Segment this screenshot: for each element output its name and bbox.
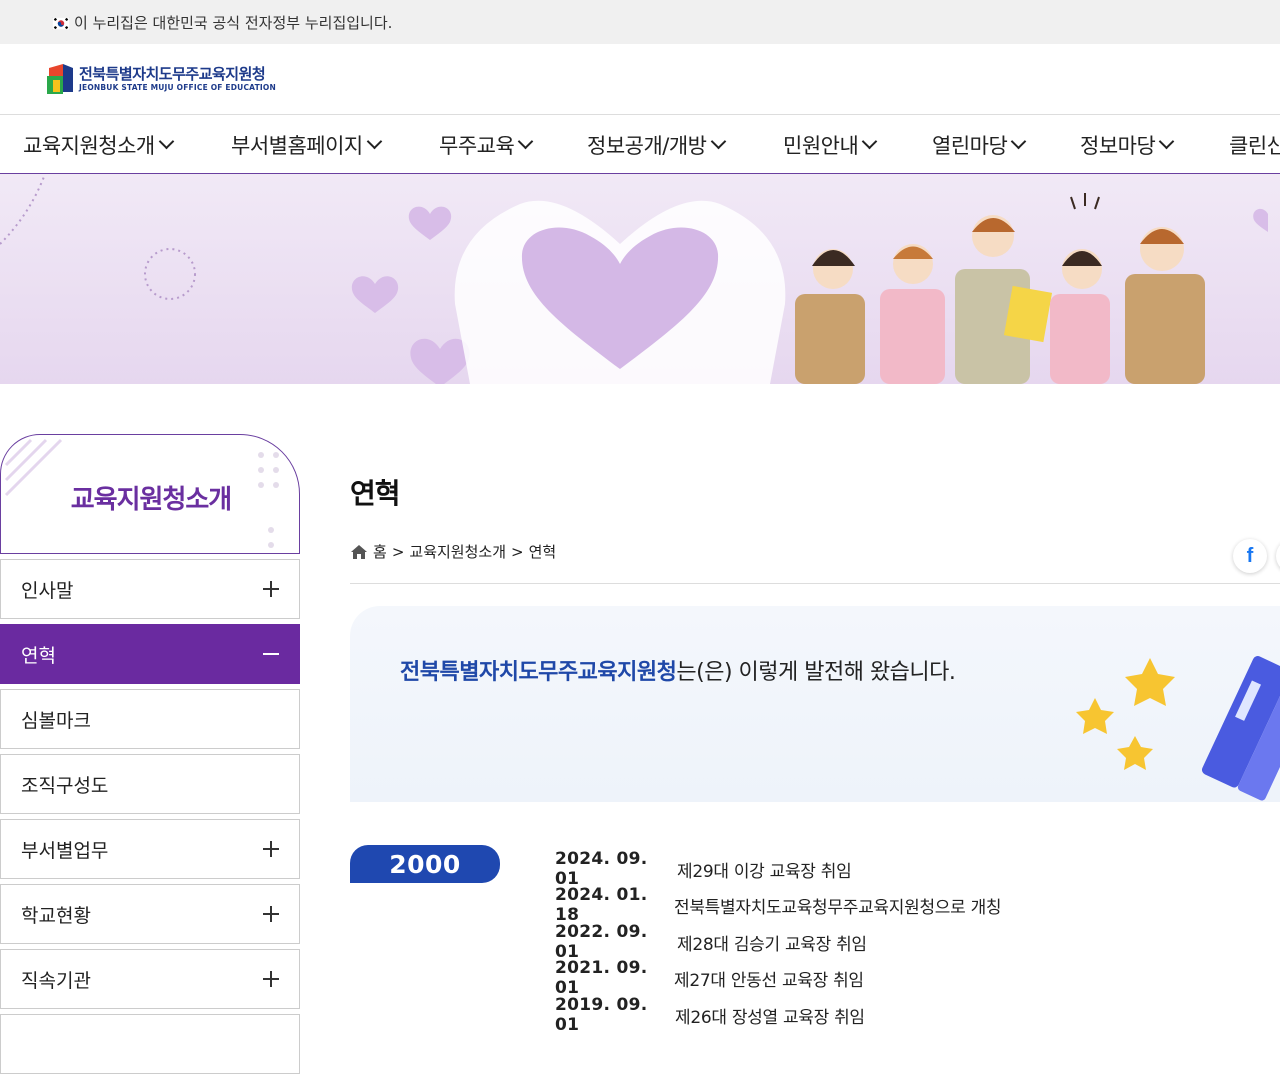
history-date: 2021. 09. 01 bbox=[555, 958, 648, 998]
share-button[interactable] bbox=[1276, 539, 1280, 573]
sidebar-item-label: 인사말 bbox=[21, 579, 74, 602]
breadcrumb-level1[interactable]: 교육지원청소개 bbox=[409, 541, 506, 562]
nav-label: 교육지원청소개 bbox=[23, 133, 155, 158]
plus-icon bbox=[263, 971, 279, 987]
chevron-down-icon bbox=[862, 133, 878, 150]
history-desc: 제27대 안동선 교육장 취임 bbox=[674, 970, 864, 991]
intro-rest: 는(은) 이렇게 발전해 왔습니다. bbox=[676, 660, 956, 685]
hero-illustration bbox=[0, 174, 1268, 384]
facebook-icon: f bbox=[1246, 544, 1254, 567]
sidebar-item-label: 심볼마크 bbox=[21, 709, 91, 732]
breadcrumb-separator: > bbox=[391, 542, 405, 561]
nav-label: 정보마당 bbox=[1080, 133, 1156, 158]
history-row: 2024. 09. 01 제29대 이강 교육장 취임 bbox=[555, 849, 852, 889]
chevron-down-icon bbox=[518, 133, 534, 150]
breadcrumb-separator: > bbox=[511, 542, 524, 561]
sidebar-item-label: 연혁 bbox=[21, 644, 56, 667]
hero-banner bbox=[0, 174, 1280, 384]
nav-item-info-square[interactable]: 정보마당 bbox=[1080, 115, 1175, 173]
history-date: 2022. 09. 01 bbox=[555, 922, 648, 962]
chevron-down-icon bbox=[158, 133, 175, 150]
logo-title: 전북특별자치도무주교육지원청 bbox=[79, 65, 266, 83]
history-row: 2024. 01. 18 전북특별자치도교육청무주교육지원청으로 개칭 bbox=[555, 885, 1002, 925]
nav-item-info-disclosure[interactable]: 정보공개/개방 bbox=[587, 115, 726, 173]
gov-banner-text: 이 누리집은 대한민국 공식 전자정부 누리집입니다. bbox=[74, 13, 393, 32]
plus-icon bbox=[263, 841, 279, 857]
chevron-down-icon bbox=[1159, 133, 1175, 150]
sidebar-item-department-duties[interactable]: 부서별업무 bbox=[0, 819, 300, 879]
site-header: 전북특별자치도무주교육지원청 JEONBUK STATE MUJU OFFICE… bbox=[0, 44, 1280, 114]
nav-label: 열린마당 bbox=[932, 133, 1008, 158]
nav-item-clean-report[interactable]: 클린신고 bbox=[1229, 115, 1280, 173]
plus-icon bbox=[263, 581, 279, 597]
chevron-down-icon bbox=[366, 133, 383, 150]
nav-label: 부서별홈페이지 bbox=[231, 133, 363, 158]
nav-item-civil-service[interactable]: 민원안내 bbox=[783, 115, 878, 173]
site-logo[interactable]: 전북특별자치도무주교육지원청 JEONBUK STATE MUJU OFFICE… bbox=[45, 62, 276, 96]
gov-banner: 이 누리집은 대한민국 공식 전자정부 누리집입니다. bbox=[0, 0, 1280, 44]
sidebar-item-label: 직속기관 bbox=[21, 969, 91, 992]
home-icon[interactable] bbox=[350, 544, 368, 560]
stars-books-illustration bbox=[1076, 656, 1280, 801]
breadcrumb-home[interactable]: 홈 bbox=[373, 541, 387, 562]
sidebar-item-schools[interactable]: 학교현황 bbox=[0, 884, 300, 944]
sidebar-item-label: 학교현황 bbox=[21, 904, 91, 927]
intro-text: 전북특별자치도무주교육지원청는(은) 이렇게 발전해 왔습니다. bbox=[400, 654, 956, 686]
year-badge: 2000 bbox=[350, 845, 500, 883]
intro-box: 전북특별자치도무주교육지원청는(은) 이렇게 발전해 왔습니다. bbox=[350, 606, 1280, 802]
korea-flag-icon bbox=[51, 16, 71, 30]
sidebar-item-next[interactable] bbox=[0, 1014, 300, 1074]
sidebar-item-symbol[interactable]: 심볼마크 bbox=[0, 689, 300, 749]
intro-org-name: 전북특별자치도무주교육지원청 bbox=[400, 660, 677, 685]
history-desc: 제29대 이강 교육장 취임 bbox=[677, 861, 852, 882]
nav-item-muju-education[interactable]: 무주교육 bbox=[439, 115, 534, 173]
history-row: 2019. 09. 01 제26대 장성열 교육장 취임 bbox=[555, 995, 865, 1035]
content-divider bbox=[350, 583, 1280, 584]
facebook-share-button[interactable]: f bbox=[1233, 539, 1267, 573]
page-title: 연혁 bbox=[350, 477, 401, 510]
nav-item-departments[interactable]: 부서별홈페이지 bbox=[231, 115, 383, 173]
sidebar-item-affiliated[interactable]: 직속기관 bbox=[0, 949, 300, 1009]
sidebar-item-label: 조직구성도 bbox=[21, 774, 109, 797]
minus-icon bbox=[263, 646, 279, 662]
chevron-down-icon bbox=[1011, 133, 1027, 150]
sidebar-item-history[interactable]: 연혁 bbox=[0, 624, 300, 684]
sidebar-item-organization[interactable]: 조직구성도 bbox=[0, 754, 300, 814]
history-date: 2019. 09. 01 bbox=[555, 995, 648, 1035]
chevron-down-icon bbox=[710, 133, 726, 150]
sidebar-title-box: 교육지원청소개 bbox=[0, 434, 300, 554]
history-desc: 제28대 김승기 교육장 취임 bbox=[677, 934, 867, 955]
breadcrumb: 홈 > 교육지원청소개 > 연혁 bbox=[350, 541, 556, 562]
history-row: 2021. 09. 01 제27대 안동선 교육장 취임 bbox=[555, 958, 864, 998]
history-desc: 전북특별자치도교육청무주교육지원청으로 개칭 bbox=[674, 897, 1002, 918]
nav-label: 무주교육 bbox=[439, 133, 515, 158]
global-nav: 교육지원청소개 부서별홈페이지 무주교육 정보공개/개방 민원안내 열린마당 정… bbox=[0, 114, 1280, 174]
sidebar-item-greeting[interactable]: 인사말 bbox=[0, 559, 300, 619]
sidebar-title: 교육지원청소개 bbox=[70, 485, 232, 515]
nav-item-open-forum[interactable]: 열린마당 bbox=[932, 115, 1027, 173]
history-row: 2022. 09. 01 제28대 김승기 교육장 취임 bbox=[555, 922, 867, 962]
nav-label: 클린신고 bbox=[1229, 133, 1280, 158]
sidebar-item-label: 부서별업무 bbox=[21, 839, 109, 862]
plus-icon bbox=[263, 906, 279, 922]
nav-label: 정보공개/개방 bbox=[587, 133, 707, 158]
breadcrumb-current: 연혁 bbox=[528, 543, 557, 561]
history-date: 2024. 09. 01 bbox=[555, 849, 648, 889]
logo-subtitle: JEONBUK STATE MUJU OFFICE OF EDUCATION bbox=[79, 83, 276, 92]
nav-label: 민원안내 bbox=[783, 133, 859, 158]
history-date: 2024. 01. 18 bbox=[555, 885, 648, 925]
nav-item-intro[interactable]: 교육지원청소개 bbox=[23, 115, 175, 173]
logo-mark-icon bbox=[45, 62, 75, 96]
